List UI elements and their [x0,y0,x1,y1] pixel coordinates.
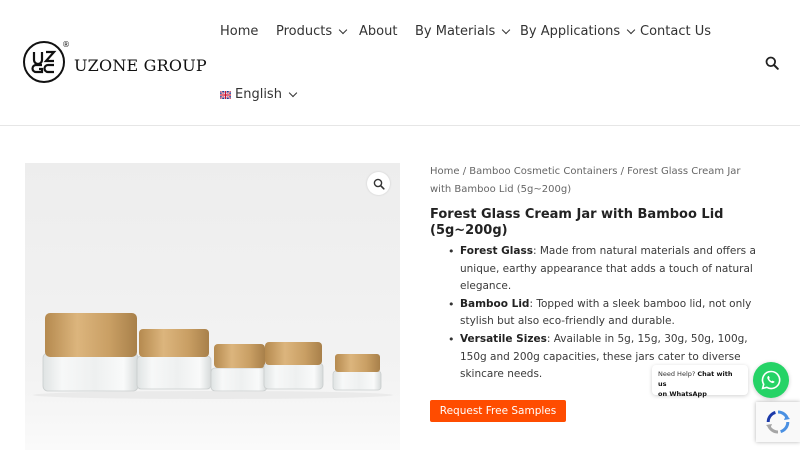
nav-about-label: About [359,24,398,39]
feature-item: Bamboo Lid: Topped with a sleek bamboo l… [442,296,772,331]
whatsapp-line2: on WhatsApp [658,389,742,399]
recaptcha-badge[interactable] [756,402,800,442]
nav-about[interactable]: About [359,24,397,39]
nav-by-applications-label: By Applications [520,24,621,39]
search-icon[interactable] [765,56,779,70]
nav-home-label: Home [220,24,259,39]
logo-text[interactable]: UZONE GROUP [74,56,207,75]
breadcrumb: Home / Bamboo Cosmetic Containers / Fore… [430,163,760,199]
whatsapp-icon [761,370,781,390]
feature-term: Bamboo Lid [460,297,530,310]
chevron-down-icon [338,25,348,34]
recaptcha-icon [766,410,790,434]
whatsapp-line1-text: Need Help? [658,370,698,378]
logo-mark-icon [23,41,65,83]
request-samples-button[interactable]: Request Free Samples [430,400,566,422]
site-logo[interactable] [22,40,66,84]
nav-by-materials[interactable]: By Materials [415,24,511,39]
feature-term: Versatile Sizes [460,332,547,345]
language-label: English [235,87,282,102]
whatsapp-line1: Need Help? Chat with us [658,369,742,389]
jars-photo [25,163,400,450]
whatsapp-help-bubble[interactable]: Need Help? Chat with us on WhatsApp [652,365,748,398]
breadcrumb-separator: / [617,166,628,177]
whatsapp-button[interactable] [753,362,789,398]
nav-contact-us-label: Contact Us [640,24,711,39]
registered-mark: ® [62,40,70,49]
chevron-down-icon [288,88,298,97]
product-image[interactable] [25,163,400,450]
breadcrumb-separator: / [459,166,470,177]
magnifier-icon [373,178,385,190]
nav-products-label: Products [276,24,333,39]
nav-contact-us[interactable]: Contact Us [640,24,711,39]
site-header: ® UZONE GROUP Home Products About By Mat… [0,0,800,126]
whatsapp-line2-text: on WhatsApp [658,390,707,398]
language-switcher[interactable]: English [220,87,298,102]
chevron-down-icon [502,25,511,34]
zoom-icon[interactable] [367,172,390,195]
breadcrumb-category[interactable]: Bamboo Cosmetic Containers [469,166,617,177]
feature-item: Forest Glass: Made from natural material… [442,243,772,296]
product-title: Forest Glass Cream Jar with Bamboo Lid (… [430,207,724,238]
breadcrumb-home[interactable]: Home [430,166,460,177]
product-features: Forest Glass: Made from natural material… [442,243,772,384]
uk-flag-icon [220,90,231,99]
nav-by-applications[interactable]: By Applications [520,24,636,39]
nav-products[interactable]: Products [276,24,348,39]
nav-by-materials-label: By Materials [415,24,496,39]
feature-term: Forest Glass [460,245,533,257]
chevron-down-icon [626,25,636,34]
nav-home[interactable]: Home [220,24,258,39]
